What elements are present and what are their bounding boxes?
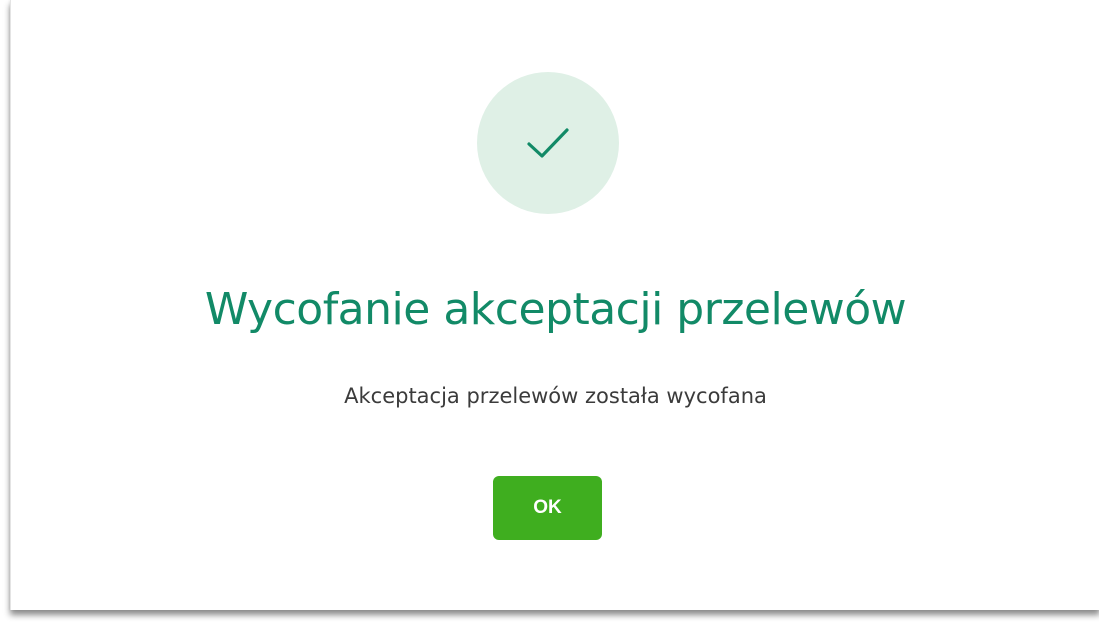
ok-button[interactable]: OK xyxy=(493,476,602,540)
success-badge xyxy=(477,72,619,214)
dialog-title: Wycofanie akceptacji przelewów xyxy=(204,284,907,335)
success-dialog: Wycofanie akceptacji przelewów Akceptacj… xyxy=(10,0,1099,610)
page: Wycofanie akceptacji przelewów Akceptacj… xyxy=(0,0,1099,622)
checkmark-icon xyxy=(526,121,570,165)
dialog-message: Akceptacja przelewów została wycofana xyxy=(344,384,767,408)
